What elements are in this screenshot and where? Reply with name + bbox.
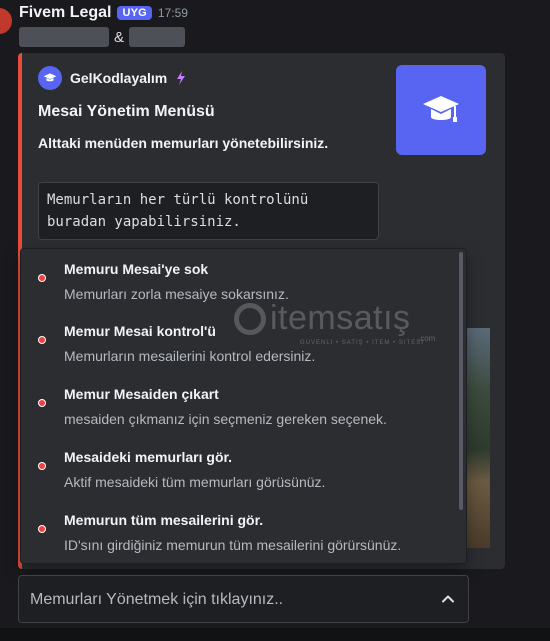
option-description: mesaiden çıkmanız için seçmeniz gereken …	[64, 411, 387, 427]
option-label: Memuru Mesai'ye sok	[64, 261, 209, 277]
bottom-bar	[0, 628, 550, 641]
embed-author: GelKodlayalım	[38, 66, 187, 90]
red-circle-icon	[39, 526, 45, 532]
author-name[interactable]: GelKodlayalım	[70, 70, 167, 86]
dropdown-option[interactable]: Memuru Mesai'ye sok Memurları zorla mesa…	[21, 249, 461, 309]
select-menu[interactable]: Memurları Yönetmek için tıklayınız..	[18, 575, 469, 623]
message-header: Fivem Legal UYG 17:59	[19, 4, 188, 22]
option-label: Mesaideki memurları gör.	[64, 449, 233, 465]
option-label: Memur Mesai kontrol'ü	[64, 323, 216, 339]
author-avatar-icon	[38, 66, 62, 90]
mention-separator: &	[114, 28, 125, 46]
dropdown-scrollbar[interactable]	[459, 252, 463, 510]
embed-title: Mesai Yönetim Menüsü	[38, 103, 215, 120]
option-label: Memurun tüm mesailerini gör.	[64, 512, 264, 528]
embed-description: Alttaki menüden memurları yönetebilirsin…	[38, 135, 329, 151]
code-line: Memurların her türlü kontrolünü	[47, 192, 309, 208]
dropdown-option[interactable]: Memurun tüm mesailerini gör. ID'sını gir…	[21, 500, 461, 560]
bot-tag-badge: UYG	[117, 6, 152, 20]
message-mentions: &	[19, 27, 186, 47]
option-description: Aktif mesaideki tüm memurları görüsünüz.	[64, 474, 326, 490]
bolt-emoji-icon	[177, 71, 186, 85]
red-circle-icon	[39, 400, 45, 406]
chevron-up-icon	[442, 595, 454, 603]
graduation-cap-icon	[423, 96, 459, 122]
option-description: Memurları zorla mesaiye sokarsınız.	[64, 286, 289, 302]
option-description: ID'sını girdiğiniz memurun tüm mesaileri…	[64, 537, 402, 553]
username[interactable]: Fivem Legal	[19, 4, 111, 22]
redacted-mention	[19, 27, 109, 47]
message-timestamp: 17:59	[157, 6, 188, 20]
red-circle-icon	[39, 337, 45, 343]
code-line: buradan yapabilirsiniz.	[47, 214, 241, 230]
watermark-tagline: GÜVENLİ • SATIŞ • İTEM • SİTESİ	[300, 340, 424, 346]
red-circle-icon	[39, 275, 45, 281]
redacted-mention	[129, 27, 186, 47]
embed-thumbnail[interactable]	[396, 65, 486, 155]
option-label: Memur Mesaiden çıkart	[64, 386, 219, 402]
option-description: Memurların mesailerini kontrol edersiniz…	[64, 348, 316, 364]
select-menu-dropdown: Memuru Mesai'ye sok Memurları zorla mesa…	[20, 248, 467, 564]
user-avatar[interactable]	[0, 6, 14, 36]
red-circle-icon	[39, 463, 45, 469]
dropdown-option[interactable]: Memur Mesaiden çıkart mesaiden çıkmanız …	[21, 374, 461, 434]
watermark-suffix: .com	[418, 334, 436, 343]
dropdown-option[interactable]: Mesaideki memurları gör. Aktif mesaideki…	[21, 437, 461, 497]
embed-code-block: Memurların her türlü kontrolünü buradan …	[38, 182, 379, 240]
select-placeholder: Memurları Yönetmek için tıklayınız..	[30, 591, 284, 608]
